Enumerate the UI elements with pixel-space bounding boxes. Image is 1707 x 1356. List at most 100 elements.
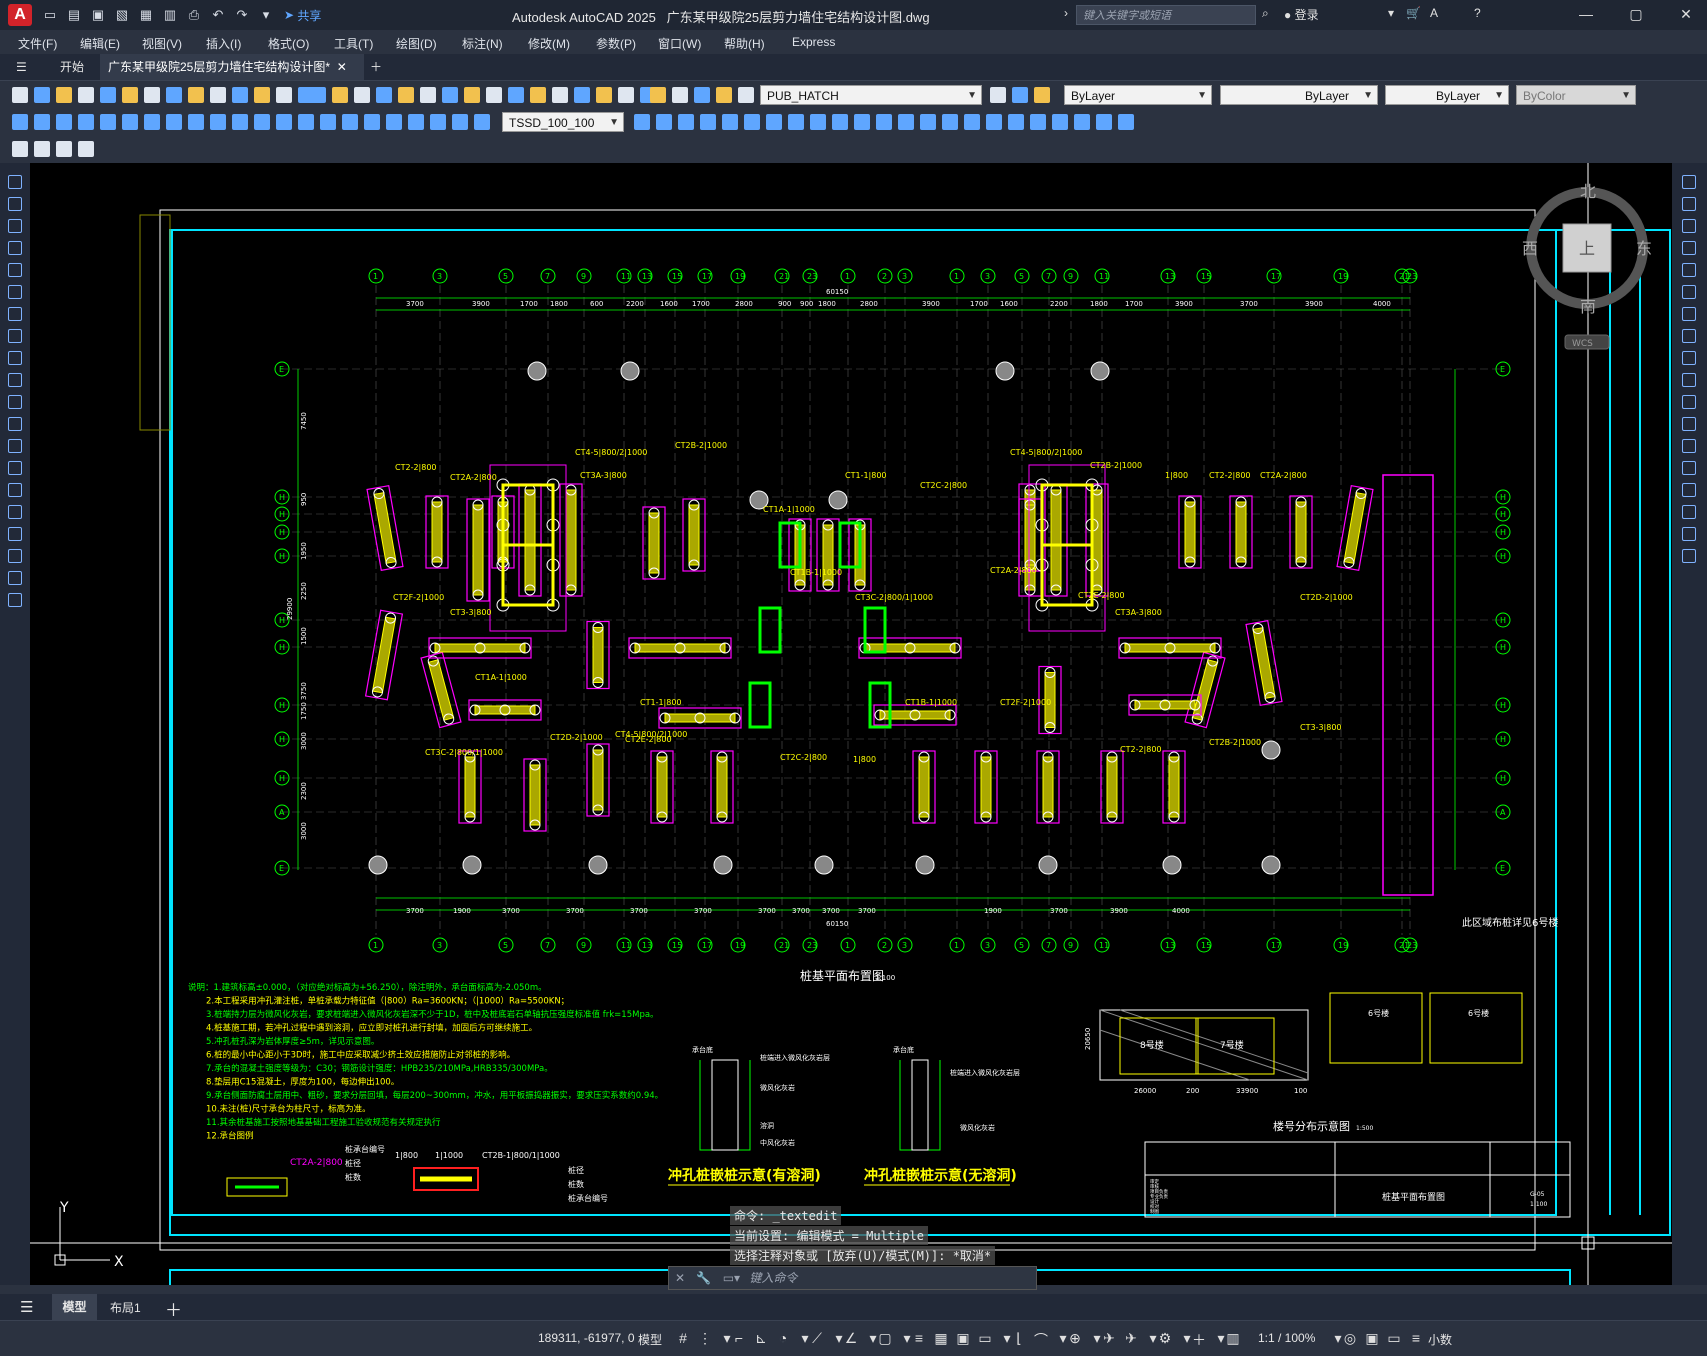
tool-icon[interactable]	[56, 87, 72, 103]
draw-tool-icon[interactable]	[8, 527, 22, 541]
command-prompt-icon[interactable]: ▭▾	[723, 1271, 740, 1285]
draw-tool-icon[interactable]	[8, 351, 22, 365]
search-input[interactable]: 键入关键字或短语	[1076, 5, 1256, 25]
modify-tool-icon[interactable]	[1682, 527, 1696, 541]
viewcube-east[interactable]: 东	[1636, 239, 1652, 258]
draw-tool-icon[interactable]	[8, 197, 22, 211]
tool-icon[interactable]	[376, 87, 392, 103]
viewcube-west[interactable]: 西	[1522, 239, 1538, 258]
tool-icon[interactable]	[1052, 114, 1068, 130]
tool-icon[interactable]	[342, 114, 358, 130]
tool-icon[interactable]	[650, 87, 666, 103]
tool-icon[interactable]	[310, 87, 326, 103]
modify-tool-icon[interactable]	[1682, 307, 1696, 321]
tool-icon[interactable]	[788, 114, 804, 130]
modify-tool-icon[interactable]	[1682, 219, 1696, 233]
tool-icon[interactable]	[766, 114, 782, 130]
dropdown-icon[interactable]: ▾	[1388, 6, 1394, 20]
tool-icon[interactable]	[1012, 87, 1028, 103]
modify-tool-icon[interactable]	[1682, 241, 1696, 255]
modify-tool-icon[interactable]	[1682, 373, 1696, 387]
tool-icon[interactable]	[986, 114, 1002, 130]
minimize-icon[interactable]: —	[1576, 6, 1596, 24]
tool-icon[interactable]	[332, 87, 348, 103]
draw-tool-icon[interactable]	[8, 417, 22, 431]
tool-icon[interactable]	[552, 87, 568, 103]
menu-item-4[interactable]: 格式(O)	[268, 35, 309, 52]
add-layout-icon[interactable]: ＋	[165, 1296, 182, 1321]
tool-icon[interactable]	[1118, 114, 1134, 130]
tool-icon[interactable]	[254, 114, 270, 130]
tab-document[interactable]: 广东某甲级院25层剪力墙住宅结构设计图* ✕	[100, 54, 364, 80]
modify-tool-icon[interactable]	[1682, 395, 1696, 409]
tool-icon[interactable]	[12, 114, 28, 130]
tool-icon[interactable]	[354, 87, 370, 103]
status-toggle-icon[interactable]: ≡	[911, 1330, 927, 1346]
tool-icon[interactable]	[122, 114, 138, 130]
close-icon[interactable]: ✕	[1676, 6, 1696, 24]
status-toggle-icon[interactable]: ＋	[1191, 1330, 1207, 1348]
save-as-icon[interactable]: ▧	[112, 6, 132, 24]
tool-icon[interactable]	[386, 114, 402, 130]
status-toggle-icon[interactable]: ≡	[1408, 1330, 1424, 1346]
tool-icon[interactable]	[964, 114, 980, 130]
tool-icon[interactable]	[420, 87, 436, 103]
help-icon[interactable]: ?	[1474, 6, 1481, 20]
tool-icon[interactable]	[672, 87, 688, 103]
draw-tool-icon[interactable]	[8, 395, 22, 409]
tool-icon[interactable]	[34, 87, 50, 103]
tool-icon[interactable]	[12, 141, 28, 157]
modify-tool-icon[interactable]	[1682, 505, 1696, 519]
draw-tool-icon[interactable]	[8, 439, 22, 453]
drawing-canvas[interactable]: 1 1 3 3 5 5 7 7 9 9 11 11 13 13 15 15 17 17 19 19 21 21 23 23 1 1…	[30, 163, 1672, 1285]
menu-item-10[interactable]: 窗口(W)	[658, 35, 701, 52]
tool-icon[interactable]	[298, 114, 314, 130]
coordinates-readout[interactable]: 189311, -61977, 0	[538, 1331, 635, 1345]
viewcube[interactable]: 上 北 南 东 西 WCS	[1522, 182, 1652, 350]
tool-icon[interactable]	[1034, 87, 1050, 103]
tool-icon[interactable]	[1074, 114, 1090, 130]
tool-icon[interactable]	[78, 114, 94, 130]
share-button[interactable]: ➤ 共享	[284, 6, 321, 24]
command-input[interactable]: ✕ 🔧 ▭▾ 键入命令	[668, 1266, 1037, 1290]
tool-icon[interactable]	[832, 114, 848, 130]
undo-icon[interactable]: ↶	[208, 6, 228, 24]
tool-icon[interactable]	[1008, 114, 1024, 130]
viewcube-north[interactable]: 北	[1580, 182, 1596, 201]
tool-icon[interactable]	[738, 87, 754, 103]
draw-tool-icon[interactable]	[8, 571, 22, 585]
tool-icon[interactable]	[100, 87, 116, 103]
tool-icon[interactable]	[78, 87, 94, 103]
publish-icon[interactable]: ▥	[160, 6, 180, 24]
close-command-icon[interactable]: ✕	[675, 1271, 685, 1285]
tab-start[interactable]: 开始	[52, 54, 92, 80]
redo-icon[interactable]: ↷	[232, 6, 252, 24]
status-toggle-icon[interactable]: ◔	[775, 1330, 791, 1346]
tool-icon[interactable]	[530, 87, 546, 103]
web-save-icon[interactable]: ▦	[136, 6, 156, 24]
cart-icon[interactable]: 🛒	[1406, 6, 1421, 20]
tool-icon[interactable]	[508, 87, 524, 103]
status-toggle-icon[interactable]: ∠	[843, 1330, 859, 1346]
tool-icon[interactable]	[12, 87, 28, 103]
draw-tool-icon[interactable]	[8, 461, 22, 475]
modify-tool-icon[interactable]	[1682, 461, 1696, 475]
tool-icon[interactable]	[486, 87, 502, 103]
autodesk-app-icon[interactable]: A	[1430, 6, 1438, 20]
status-toggle-icon[interactable]: ▦	[933, 1330, 949, 1346]
tool-icon[interactable]	[210, 87, 226, 103]
tool-icon[interactable]	[144, 87, 160, 103]
tool-icon[interactable]	[854, 114, 870, 130]
status-toggle-icon[interactable]: ⌒	[1033, 1330, 1049, 1348]
tool-icon[interactable]	[100, 114, 116, 130]
autocad-logo-icon[interactable]: A	[8, 4, 32, 26]
tool-icon[interactable]	[210, 114, 226, 130]
status-toggle-icon[interactable]: ✈	[1123, 1330, 1139, 1346]
tool-icon[interactable]	[744, 114, 760, 130]
tool-icon[interactable]	[464, 87, 480, 103]
tab-layout1[interactable]: 布局1	[110, 1299, 141, 1316]
status-toggle-icon[interactable]: ▣	[955, 1330, 971, 1346]
tool-icon[interactable]	[442, 87, 458, 103]
status-toggle-icon[interactable]: ▭	[1386, 1330, 1402, 1346]
tool-icon[interactable]	[722, 114, 738, 130]
